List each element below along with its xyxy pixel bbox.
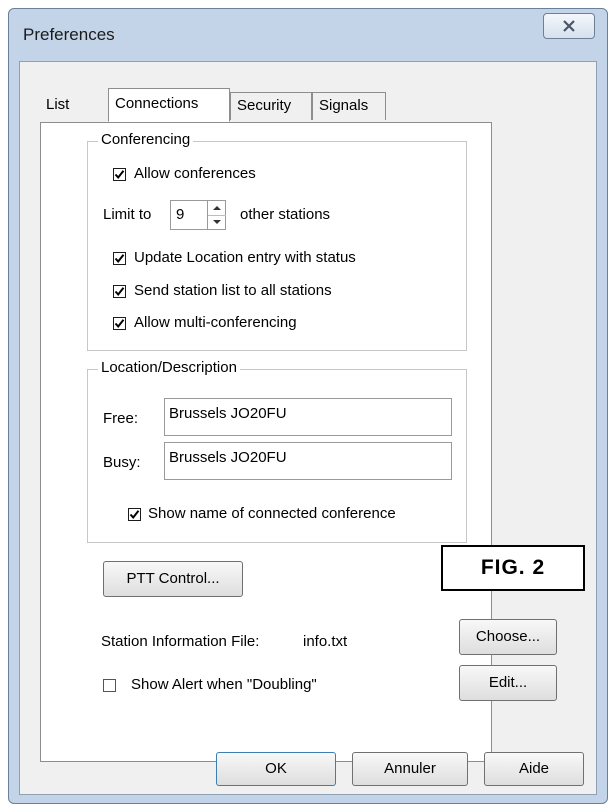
limit-value: 9: [176, 206, 185, 223]
title-bar: Preferences: [9, 9, 607, 61]
doubling-alert-label: Show Alert when "Doubling": [131, 676, 317, 693]
show-name-label: Show name of connected conference: [148, 505, 396, 522]
spin-buttons: [207, 201, 226, 229]
conferencing-legend: Conferencing: [98, 131, 194, 148]
location-legend: Location/Description: [98, 359, 240, 376]
ok-button[interactable]: OK: [216, 752, 336, 786]
checkmark-icon: [114, 319, 125, 329]
cancel-button[interactable]: Annuler: [352, 752, 468, 786]
show-name-checkbox[interactable]: [128, 508, 141, 521]
edit-button[interactable]: Edit...: [459, 665, 557, 701]
busy-field[interactable]: Brussels JO20FU: [164, 442, 452, 480]
station-info-label: Station Information File:: [101, 633, 260, 650]
allow-multi-conferencing-label: Allow multi-conferencing: [134, 314, 297, 331]
tab-list[interactable]: List: [40, 92, 75, 124]
busy-field-value: Brussels JO20FU: [169, 449, 287, 466]
ptt-control-button[interactable]: PTT Control...: [103, 561, 243, 597]
update-location-checkbox[interactable]: [113, 252, 126, 265]
checkmark-icon: [114, 287, 125, 297]
other-stations-label: other stations: [240, 206, 331, 223]
spin-down-icon[interactable]: [208, 215, 226, 230]
checkmark-icon: [129, 510, 140, 520]
send-station-list-label: Send station list to all stations: [134, 282, 332, 299]
doubling-alert-checkbox[interactable]: [103, 679, 116, 692]
tab-connections-label: Connections: [115, 95, 199, 112]
send-station-list-checkbox[interactable]: [113, 285, 126, 298]
station-info-value: info.txt: [303, 633, 348, 650]
tab-list-label: List: [46, 96, 70, 113]
tab-signals[interactable]: Signals: [312, 92, 386, 120]
close-button[interactable]: [543, 13, 595, 39]
preferences-window: Preferences List Connections Security Si…: [8, 8, 608, 804]
dialog-body: List Connections Security Signals Confer…: [19, 61, 597, 795]
checkmark-icon: [114, 170, 125, 180]
choose-button[interactable]: Choose...: [459, 619, 557, 655]
close-icon: [563, 20, 575, 32]
tab-connections[interactable]: Connections: [108, 88, 230, 122]
checkmark-icon: [114, 254, 125, 264]
tab-security[interactable]: Security: [230, 92, 312, 120]
tab-security-label: Security: [237, 97, 292, 114]
window-title: Preferences: [23, 25, 115, 44]
limit-stepper[interactable]: 9: [170, 200, 226, 230]
free-field-value: Brussels JO20FU: [169, 405, 287, 422]
figure-label: FIG. 2: [441, 545, 585, 591]
limit-to-label: Limit to: [103, 206, 152, 223]
spin-up-icon[interactable]: [208, 201, 226, 215]
location-group: Location/Description Free: Brussels JO20…: [87, 359, 467, 543]
free-field[interactable]: Brussels JO20FU: [164, 398, 452, 436]
help-button[interactable]: Aide: [484, 752, 584, 786]
update-location-label: Update Location entry with status: [134, 249, 356, 266]
tab-signals-label: Signals: [319, 97, 369, 114]
free-label: Free:: [103, 410, 139, 427]
allow-conferences-label: Allow conferences: [134, 165, 256, 182]
allow-multi-conferencing-checkbox[interactable]: [113, 317, 126, 330]
connections-panel: Conferencing Allow conferences Limit to …: [40, 122, 585, 762]
allow-conferences-checkbox[interactable]: [113, 168, 126, 181]
conferencing-group: Conferencing Allow conferences Limit to …: [87, 131, 467, 351]
busy-label: Busy:: [103, 454, 141, 471]
